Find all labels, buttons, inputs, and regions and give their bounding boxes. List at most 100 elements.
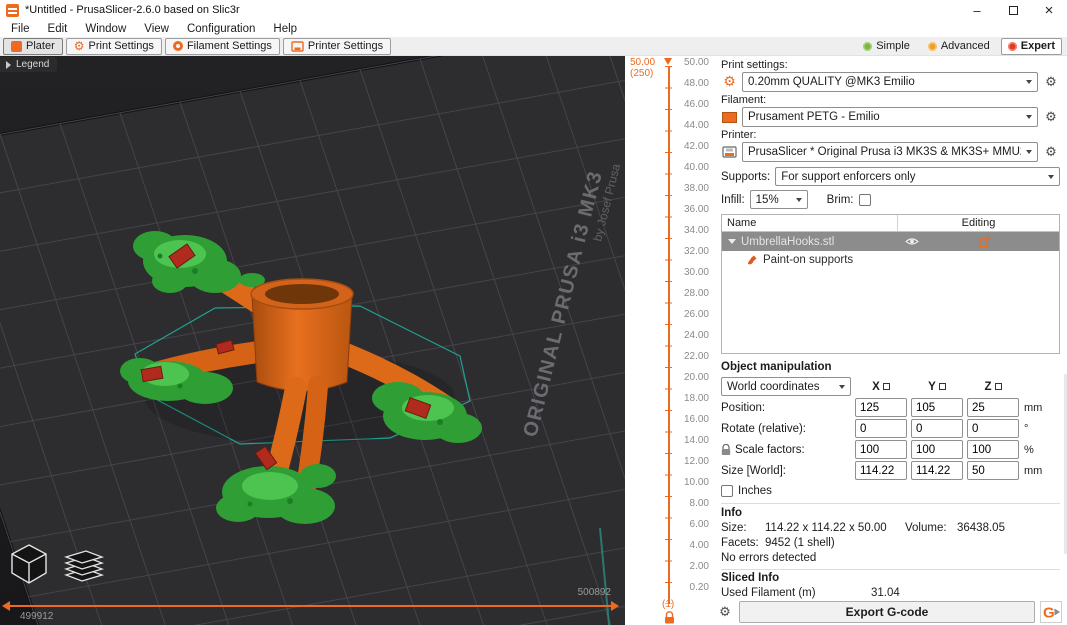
position-z-input[interactable] [967, 398, 1019, 417]
scale-z-input[interactable] [967, 440, 1019, 459]
maximize-button[interactable] [995, 0, 1031, 20]
print-settings-gear-button[interactable]: ⚙ [1042, 73, 1060, 91]
position-x-input[interactable] [855, 398, 907, 417]
layer-slider-current: 50.00 (250) [630, 57, 655, 79]
info-facets-label: Facets: [721, 537, 765, 549]
layers-view-icon[interactable] [58, 541, 108, 587]
layer-tick-label: 22.00 [684, 351, 709, 363]
menu-bar: File Edit Window View Configuration Help [0, 20, 1067, 37]
printer-icon [722, 146, 737, 158]
h-slider-min-label: 499912 [20, 611, 53, 622]
filament-select[interactable]: Prusament PETG - Emilio [742, 107, 1038, 127]
object-row-umbrellahooks[interactable]: UmbrellaHooks.stl [722, 232, 1059, 251]
supports-value: For support enforcers only [781, 171, 1043, 183]
simple-mode-icon [863, 42, 872, 51]
infill-label: Infill: [721, 194, 745, 206]
scale-x-input[interactable] [855, 440, 907, 459]
size-y-input[interactable] [911, 461, 963, 480]
tab-filament-settings[interactable]: Filament Settings [165, 38, 280, 55]
viewport-3d-scene: ORIGINAL PRUSA i3 MK3 by Josef Prusa [0, 56, 625, 625]
mode-expert[interactable]: Expert [1001, 38, 1062, 55]
rotate-label: Rotate (relative): [721, 423, 851, 435]
info-size-value: 114.22 x 114.22 x 50.00 [765, 522, 905, 534]
object-name: UmbrellaHooks.stl [741, 236, 897, 248]
prusaslicer-window: { "window": { "title": "*Untitled - Prus… [0, 0, 1067, 625]
tab-plater[interactable]: Plater [3, 38, 63, 55]
filament-gear-button[interactable]: ⚙ [1042, 108, 1060, 126]
3d-view-cube-icon[interactable] [6, 541, 52, 587]
legend-toggle[interactable]: Legend [0, 57, 57, 72]
layer-tick-label: 20.00 [684, 372, 709, 384]
filament-label: Filament: [721, 94, 1060, 106]
chevron-down-icon [1026, 150, 1032, 154]
filament-color-swatch [722, 112, 737, 123]
brim-checkbox[interactable] [859, 194, 871, 206]
object-list-header: Name Editing [722, 215, 1059, 232]
view-mode-icons [6, 541, 108, 587]
menu-window[interactable]: Window [76, 23, 135, 35]
rotate-y-input[interactable] [911, 419, 963, 438]
info-title: Info [721, 507, 1060, 519]
rotate-x-input[interactable] [855, 419, 907, 438]
minimize-button[interactable]: – [959, 0, 995, 20]
coordinates-select[interactable]: World coordinates [721, 377, 851, 396]
uniform-scale-lock-icon[interactable] [721, 444, 731, 456]
tab-printer-settings[interactable]: Printer Settings [283, 38, 391, 55]
viewport-3d[interactable]: ORIGINAL PRUSA i3 MK3 by Josef Prusa [0, 56, 625, 625]
column-name: Name [722, 217, 897, 229]
print-settings-label: Print settings: [721, 59, 1060, 71]
export-bar: ⚙ Export G-code G [716, 600, 1062, 624]
layer-tick-label: 2.00 [690, 561, 709, 573]
layer-tick-label: 24.00 [684, 330, 709, 342]
mode-advanced[interactable]: Advanced [921, 38, 997, 55]
window-controls: – × [959, 0, 1067, 20]
close-button[interactable]: × [1031, 0, 1067, 20]
collapse-chevron-icon[interactable] [728, 239, 736, 244]
chevron-down-icon [839, 385, 845, 389]
position-label: Position: [721, 402, 851, 414]
menu-edit[interactable]: Edit [39, 23, 77, 35]
rotate-z-input[interactable] [967, 419, 1019, 438]
object-row-paint-on-supports[interactable]: Paint-on supports [722, 251, 1059, 269]
coordinates-value: World coordinates [727, 381, 834, 393]
print-settings-select[interactable]: 0.20mm QUALITY @MK3 Emilio [742, 72, 1038, 92]
layer-slider-handle[interactable] [664, 58, 672, 65]
mode-simple[interactable]: Simple [856, 38, 917, 55]
menu-configuration[interactable]: Configuration [178, 23, 264, 35]
layer-tick-label: 6.00 [690, 519, 709, 531]
layer-tick-label: 32.00 [684, 246, 709, 258]
layer-lock-icon[interactable] [664, 611, 675, 624]
editing-icon[interactable] [979, 236, 991, 248]
mode-simple-label: Simple [876, 40, 910, 52]
export-gcode-button[interactable]: Export G-code [739, 601, 1035, 623]
infill-select[interactable]: 15% [750, 190, 808, 209]
tab-print-settings[interactable]: ⚙ Print Settings [66, 38, 162, 55]
menu-file[interactable]: File [2, 23, 39, 35]
size-z-input[interactable] [967, 461, 1019, 480]
scale-unit: % [1023, 444, 1060, 456]
info-volume-label: Volume: [905, 522, 957, 534]
printer-select[interactable]: PrusaSlicer * Original Prusa i3 MK3S & M… [742, 142, 1038, 162]
position-y-input[interactable] [911, 398, 963, 417]
visibility-eye-icon[interactable] [905, 237, 919, 246]
printer-gear-button[interactable]: ⚙ [1042, 143, 1060, 161]
layer-tick-label: 38.00 [684, 183, 709, 195]
layer-slider-track[interactable] [664, 66, 673, 604]
printer-label: Printer: [721, 129, 1060, 141]
menu-view[interactable]: View [135, 23, 178, 35]
paint-on-supports-icon [746, 254, 758, 266]
mode-expert-label: Expert [1021, 40, 1055, 52]
inches-checkbox[interactable] [721, 485, 733, 497]
scale-y-input[interactable] [911, 440, 963, 459]
printer-settings-icon [291, 41, 304, 52]
menu-help[interactable]: Help [264, 23, 306, 35]
paint-on-supports-label: Paint-on supports [763, 254, 853, 266]
column-editing: Editing [897, 215, 1059, 231]
size-x-input[interactable] [855, 461, 907, 480]
plater-icon [11, 41, 22, 52]
export-settings-gear-button[interactable]: ⚙ [716, 603, 734, 621]
horizontal-range-slider[interactable] [8, 605, 611, 607]
supports-select[interactable]: For support enforcers only [775, 167, 1060, 186]
layer-tick-label: 42.00 [684, 141, 709, 153]
inches-label: Inches [738, 485, 772, 497]
